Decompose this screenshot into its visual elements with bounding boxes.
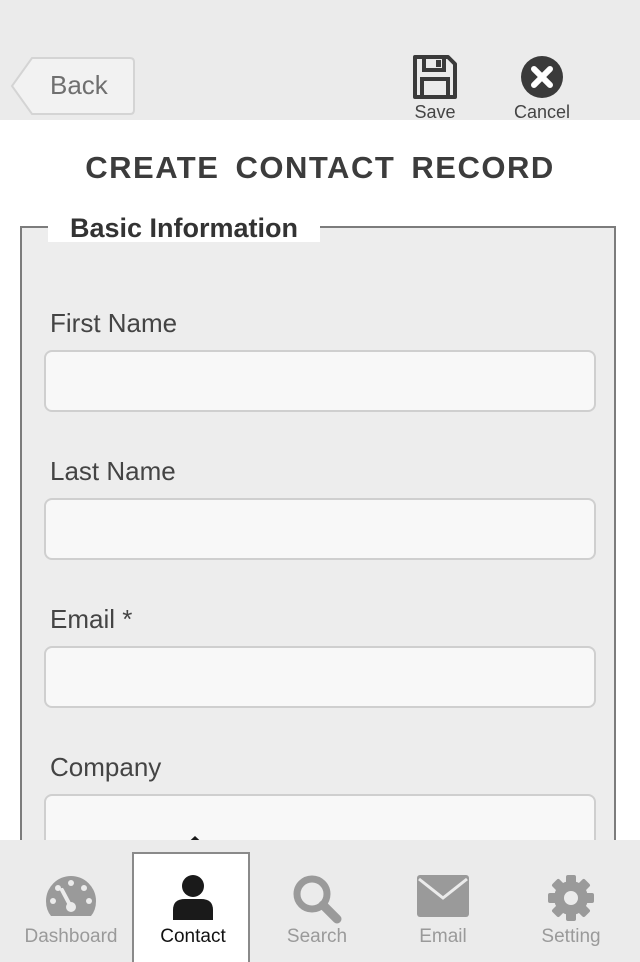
save-disk-icon (413, 55, 457, 99)
magnifier-icon (293, 875, 342, 924)
tab-contact-label: Contact (160, 926, 226, 947)
tab-email[interactable]: Email (384, 840, 502, 960)
first-name-label: First Name (50, 308, 178, 338)
tab-contact[interactable]: Contact (132, 852, 250, 962)
top-toolbar: Back Save Cancel (0, 0, 640, 123)
company-label: Company (50, 752, 162, 782)
cancel-button[interactable]: Cancel (497, 54, 587, 123)
form-panel: CREATE CONTACT RECORD Basic Information … (0, 120, 640, 840)
bottom-tab-bar: Dashboard Contact Search Email Setting (0, 840, 640, 962)
page-title: CREATE CONTACT RECORD (85, 150, 555, 185)
email-field[interactable] (44, 646, 596, 708)
first-name-field[interactable] (44, 350, 596, 412)
dashboard-gauge-icon (46, 876, 96, 916)
back-button-label: Back (50, 70, 108, 100)
tab-search-label: Search (286, 926, 348, 947)
tab-setting[interactable]: Setting (512, 840, 630, 960)
email-label: Email * (50, 604, 133, 634)
back-button[interactable]: Back (10, 56, 136, 116)
last-name-label: Last Name (50, 456, 176, 486)
tab-email-label: Email (419, 926, 467, 947)
person-icon (173, 875, 213, 920)
save-button[interactable]: Save (390, 54, 480, 123)
gear-icon (548, 875, 594, 921)
envelope-icon (417, 875, 469, 917)
last-name-field[interactable] (44, 498, 596, 560)
tab-search[interactable]: Search (258, 840, 376, 960)
section-legend: Basic Information (48, 214, 321, 242)
tab-dashboard-label: Dashboard (24, 926, 118, 947)
company-field[interactable] (44, 794, 596, 840)
tab-dashboard[interactable]: Dashboard (12, 840, 130, 960)
basic-information-fieldset: Basic Information First Name Last Name E… (20, 214, 616, 840)
close-circle-icon (521, 56, 563, 98)
tab-setting-label: Setting (541, 926, 601, 947)
